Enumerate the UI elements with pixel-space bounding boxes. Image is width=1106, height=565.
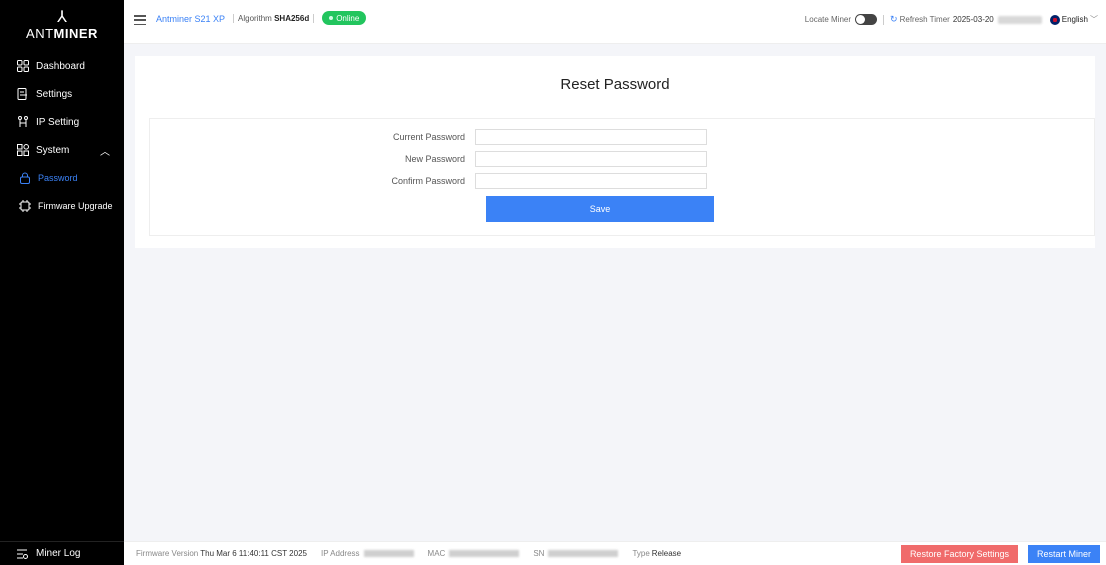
redacted-sn [548, 550, 619, 557]
current-password-label: Current Password [392, 132, 465, 142]
grid-icon [16, 59, 30, 73]
sidebar-item-dashboard[interactable]: Dashboard [0, 52, 124, 80]
current-password-row: Current Password [150, 129, 1094, 145]
password-form: Current Password New Password Confirm Pa… [149, 118, 1095, 236]
sidebar-item-label: Firmware Upgrade [38, 201, 113, 211]
locate-miner-toggle[interactable] [855, 14, 878, 25]
sidebar-item-settings[interactable]: Settings [0, 80, 124, 108]
top-header: Antminer S21 XP Algorithm SHA256d Online… [124, 0, 1106, 44]
sidebar-item-miner-log[interactable]: Miner Log [0, 541, 124, 565]
new-password-input[interactable] [475, 151, 707, 167]
footer-bar: Firmware Version Thu Mar 6 11:40:11 CST … [124, 541, 1106, 565]
save-button[interactable]: Save [486, 196, 714, 222]
network-icon [16, 115, 30, 129]
miner-model: Antminer S21 XP [156, 14, 226, 24]
brand-logo: ⅄ ANTMINER [0, 0, 124, 48]
language-label: English [1061, 15, 1088, 24]
brand-name: ANTMINER [26, 26, 98, 41]
restore-factory-settings-button[interactable]: Restore Factory Settings [900, 544, 1018, 563]
sidebar-item-system[interactable]: System ︿ [0, 136, 124, 164]
settings-doc-icon [16, 87, 30, 101]
sn-label: SN [533, 549, 545, 558]
refresh-timer-date: 2025-03-20 [952, 15, 994, 24]
new-password-row: New Password [150, 151, 1094, 167]
type-value: Release [651, 549, 682, 558]
refresh-timer-label: Refresh Timer [899, 15, 950, 24]
confirm-password-label: Confirm Password [391, 176, 465, 186]
chevron-up-icon: ︿ [100, 146, 110, 158]
sidebar-item-ip-setting[interactable]: IP Setting [0, 108, 124, 136]
antminer-logo-icon: ⅄ [57, 9, 67, 26]
sidebar-item-firmware-upgrade[interactable]: Firmware Upgrade [0, 192, 124, 220]
firmware-version-label: Firmware Version [136, 549, 199, 558]
redacted-mac [449, 550, 520, 557]
firmware-version-value: Thu Mar 6 11:40:11 CST 2025 [200, 549, 307, 558]
sidebar-item-label: System [36, 144, 70, 156]
language-selector[interactable]: English ﹀ [1049, 14, 1098, 25]
redacted-time [997, 15, 1042, 24]
sidebar-item-label: IP Setting [36, 116, 80, 128]
uk-flag-icon [1049, 14, 1060, 25]
divider [883, 14, 885, 25]
restart-miner-button[interactable]: Restart Miner [1027, 544, 1100, 563]
new-password-label: New Password [404, 154, 465, 164]
lock-icon [18, 171, 32, 185]
sidebar: ⅄ ANTMINER Dashboard Settings IP Setting… [0, 0, 124, 565]
mac-label: MAC [427, 549, 446, 558]
algorithm-label: Algorithm [238, 14, 272, 23]
sidebar-item-label: Miner Log [36, 548, 81, 559]
algorithm-value: SHA256d [274, 14, 310, 23]
confirm-password-row: Confirm Password [150, 173, 1094, 189]
sidebar-item-password[interactable]: Password [0, 164, 124, 192]
reset-password-card: Reset Password Current Password New Pass… [135, 56, 1095, 248]
system-grid-icon [16, 143, 30, 157]
status-text: Online [336, 13, 360, 23]
sidebar-item-label: Settings [36, 88, 73, 100]
sidebar-item-label: Dashboard [36, 60, 85, 72]
firmware-icon [18, 199, 32, 213]
locate-miner-label: Locate Miner [804, 15, 852, 24]
header-right: Locate Miner ↻ Refresh Timer 2025-03-20 … [805, 14, 1106, 25]
algorithm-info: Algorithm SHA256d [233, 14, 315, 23]
confirm-password-input[interactable] [475, 173, 707, 189]
redacted-ip [363, 550, 414, 557]
page-title: Reset Password [560, 76, 670, 93]
status-badge: Online [322, 11, 367, 25]
chevron-down-icon: ﹀ [1090, 15, 1098, 24]
ip-address-label: IP Address [320, 549, 360, 558]
refresh-icon[interactable]: ↻ [890, 14, 898, 25]
brand-name-part1: ANT [26, 26, 54, 41]
sidebar-item-label: Password [38, 173, 78, 183]
menu-toggle-icon[interactable] [134, 15, 146, 25]
footer-actions: Restore Factory Settings Restart Miner [900, 542, 1106, 565]
brand-name-part2: MINER [53, 26, 98, 41]
main-content: Reset Password Current Password New Pass… [124, 44, 1106, 541]
type-label: Type [632, 549, 650, 558]
status-dot-icon [329, 16, 334, 20]
log-list-icon [16, 547, 30, 561]
current-password-input[interactable] [475, 129, 707, 145]
